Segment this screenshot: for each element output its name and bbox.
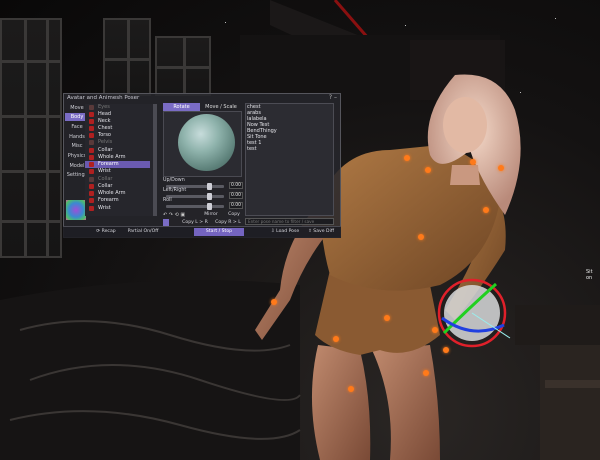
joint-icon	[89, 140, 94, 145]
pose-item[interactable]: test	[247, 146, 257, 152]
joint-item[interactable]: Chest	[85, 125, 150, 132]
partial-toggle[interactable]: Partial On/Off	[126, 228, 160, 236]
slider-label-updown: Up/Down	[163, 178, 185, 183]
joint-icon	[89, 198, 94, 203]
value-leftright[interactable]: 0.00	[229, 192, 243, 199]
save-diff-button[interactable]: ⇧ Save Diff	[304, 228, 338, 236]
pose-filter-input[interactable]	[245, 218, 334, 225]
slider-knob[interactable]	[207, 193, 213, 200]
joint-item[interactable]: Collar	[85, 176, 150, 183]
slider-label-roll: Roll	[163, 198, 172, 203]
trackball-sphere[interactable]	[178, 114, 235, 171]
lock-icon[interactable]: ▣	[180, 212, 185, 218]
mirror-button[interactable]: Mirror	[202, 211, 220, 219]
joint-item[interactable]: Collar	[85, 147, 150, 154]
joint-icon	[89, 184, 94, 189]
joint-item[interactable]: Collar	[85, 183, 150, 190]
joint-item[interactable]: Whole Arm	[85, 190, 150, 197]
joint-icon	[89, 169, 94, 174]
joint-marker[interactable]	[470, 159, 476, 165]
joint-item[interactable]: Head	[85, 111, 150, 118]
joint-icon	[89, 119, 94, 124]
joint-item[interactable]: Forearm	[85, 197, 150, 204]
joint-icon	[89, 148, 94, 153]
joint-item[interactable]: Torso	[85, 132, 150, 139]
joint-icon	[89, 133, 94, 138]
joint-item[interactable]: Neck	[85, 118, 150, 125]
joint-item[interactable]: Wrist	[85, 168, 150, 175]
joint-list-scrollbar[interactable]	[153, 104, 157, 216]
joint-marker[interactable]	[404, 155, 410, 161]
joint-item[interactable]: Eyes	[85, 104, 150, 111]
undo-icon[interactable]: ↶	[163, 212, 167, 218]
joint-icon	[89, 105, 94, 110]
joint-marker[interactable]	[348, 386, 354, 392]
load-pose-button[interactable]: ⇩ Load Pose	[268, 228, 302, 236]
slider-knob[interactable]	[207, 183, 213, 190]
tab-rotate[interactable]: Rotate	[163, 103, 200, 111]
value-roll[interactable]: 0.00	[229, 202, 243, 209]
joint-item[interactable]: Whole Arm	[85, 154, 150, 161]
world-edge-text: Sit on	[586, 269, 593, 281]
start-stop-button[interactable]: Start / Stop	[194, 228, 244, 236]
joint-item-selected[interactable]: Forearm	[85, 161, 150, 168]
slider-label-leftright: Left/Right	[163, 188, 187, 193]
joint-icon	[89, 162, 94, 167]
tool-row: ↶ ↷ ⟲ ▣	[163, 212, 185, 218]
joint-marker[interactable]	[498, 165, 504, 171]
joint-icon	[89, 126, 94, 131]
joint-icon	[89, 206, 94, 211]
joint-item[interactable]: Wrist	[85, 205, 150, 212]
joint-marker[interactable]	[384, 315, 390, 321]
rotation-gizmo[interactable]	[432, 270, 512, 360]
joint-marker[interactable]	[423, 370, 429, 376]
joint-marker[interactable]	[418, 234, 424, 240]
joint-icon	[89, 112, 94, 117]
avatar-thumbnail	[66, 200, 86, 220]
viewport[interactable]: Sit on Avatar and Animesh Poser ? – Move…	[0, 0, 600, 460]
reset-icon[interactable]: ⟲	[175, 212, 179, 218]
joint-icon	[89, 177, 94, 182]
joint-marker[interactable]	[271, 299, 277, 305]
joint-marker[interactable]	[483, 207, 489, 213]
slider-roll[interactable]	[166, 203, 224, 210]
joint-marker[interactable]	[333, 336, 339, 342]
slider-knob[interactable]	[207, 203, 213, 210]
joint-icon	[89, 191, 94, 196]
recap-button[interactable]: ⟳ Recap	[88, 228, 124, 236]
value-updown[interactable]: 0.00	[229, 182, 243, 189]
copy-button[interactable]: Copy	[226, 211, 242, 219]
slider-leftright[interactable]	[166, 193, 224, 200]
redo-icon[interactable]: ↷	[169, 212, 173, 218]
tab-move-scale[interactable]: Move / Scale	[201, 103, 241, 111]
joint-icon	[89, 155, 94, 160]
joint-marker[interactable]	[425, 167, 431, 173]
joint-item[interactable]: Pelvis	[85, 139, 150, 146]
